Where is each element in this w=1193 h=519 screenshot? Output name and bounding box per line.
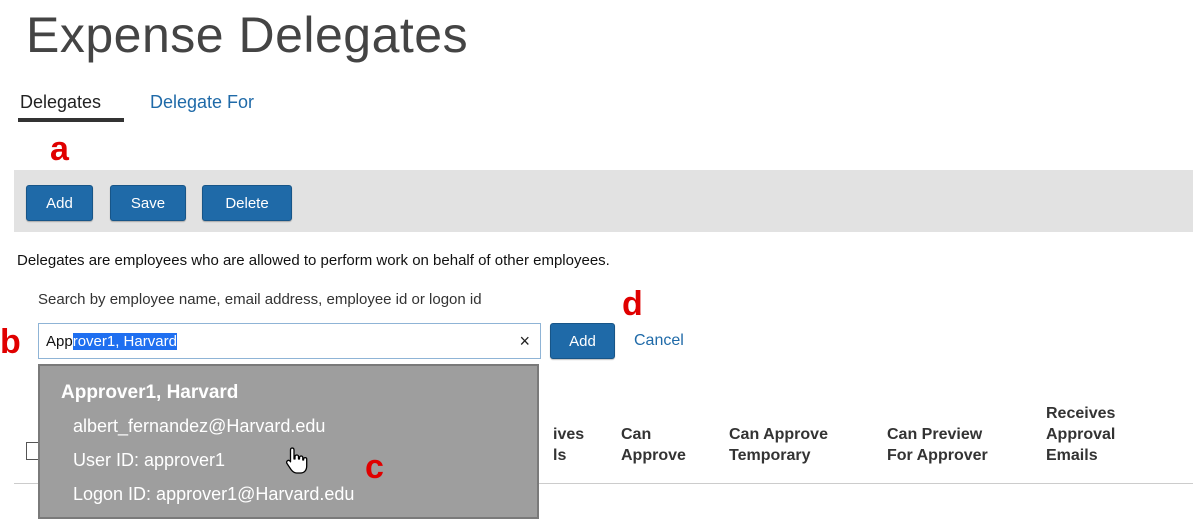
suggestion-email: albert_fernandez@Harvard.edu	[73, 416, 326, 436]
header-can-approve: Can Approve	[621, 426, 686, 464]
delete-button[interactable]: Delete	[202, 185, 292, 221]
callout-c: c	[365, 448, 384, 486]
suggestion-logon-id: Logon ID: approver1@Harvard.edu	[73, 484, 355, 504]
header-can-approve-temporary: Can Approve Temporary	[729, 426, 828, 464]
tab-delegates[interactable]: Delegates	[20, 92, 101, 113]
callout-d: d	[622, 285, 643, 323]
add-button[interactable]: Add	[26, 185, 93, 221]
header-receives-emails-partial: ives ls	[553, 426, 585, 464]
active-tab-indicator	[18, 118, 124, 122]
employee-suggestion-dropdown[interactable]: Approver1, Harvard albert_fernandez@Harv…	[38, 364, 539, 519]
callout-b: b	[0, 323, 21, 361]
header-receives-approval-emails: Receives Approval Emails	[1046, 405, 1116, 464]
suggestion-user-id: User ID: approver1	[73, 450, 226, 470]
hand-pointer-icon	[285, 447, 308, 474]
search-add-button[interactable]: Add	[550, 323, 615, 359]
callout-a: a	[50, 130, 69, 168]
search-autocomplete-selection: rover1, Harvard	[72, 332, 177, 350]
cancel-link[interactable]: Cancel	[634, 332, 684, 350]
toolbar: Add Save Delete	[14, 170, 1193, 232]
delegates-description: Delegates are employees who are allowed …	[17, 252, 610, 269]
employee-search-input[interactable]: App rover1, Harvard ×	[38, 323, 541, 359]
search-typed-text: App	[46, 332, 73, 350]
save-button[interactable]: Save	[110, 185, 186, 221]
tab-delegate-for[interactable]: Delegate For	[150, 92, 254, 113]
search-label: Search by employee name, email address, …	[38, 291, 482, 308]
clear-icon[interactable]: ×	[519, 331, 530, 352]
header-can-preview-for-approver: Can Preview For Approver	[887, 426, 988, 464]
suggestion-name: Approver1, Harvard	[61, 382, 239, 403]
page-title: Expense Delegates	[26, 7, 469, 63]
